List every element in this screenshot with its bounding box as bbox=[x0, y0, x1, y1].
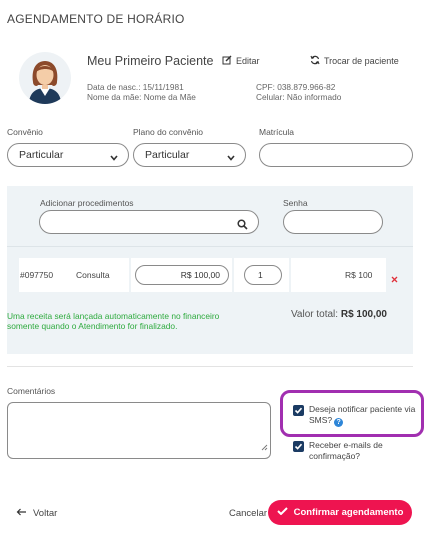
patient-cpf: CPF: 038.879.966-82 bbox=[256, 82, 336, 92]
check-icon bbox=[276, 507, 288, 518]
page-title: AGENDAMENTO DE HORÁRIO bbox=[7, 12, 185, 26]
swap-icon bbox=[310, 55, 320, 67]
edit-icon bbox=[222, 55, 232, 67]
convenio-value: Particular bbox=[19, 149, 64, 161]
patient-birth: Data de nasc.: 15/11/1981 bbox=[87, 82, 184, 92]
highlight-frame bbox=[280, 390, 424, 437]
plano-value: Particular bbox=[145, 149, 190, 161]
email-label: Receber e-mails de confirmação? bbox=[309, 440, 383, 461]
procedure-price-input[interactable]: R$ 100,00 bbox=[135, 265, 229, 285]
procedure-code: #097750 bbox=[20, 270, 54, 280]
senha-label: Senha bbox=[283, 198, 308, 208]
plano-select[interactable]: Particular bbox=[133, 143, 246, 167]
confirm-label: Confirmar agendamento bbox=[293, 507, 404, 518]
senha-input[interactable] bbox=[283, 210, 383, 234]
convenio-label: Convênio bbox=[7, 127, 43, 137]
plano-label: Plano do convênio bbox=[133, 127, 203, 137]
matricula-label: Matrícula bbox=[259, 127, 294, 137]
patient-phone: Celular: Não informado bbox=[256, 92, 342, 102]
comments-label: Comentários bbox=[7, 386, 56, 396]
patient-mother: Nome da mãe: Nome da Mãe bbox=[87, 92, 196, 102]
delete-icon[interactable] bbox=[391, 270, 398, 288]
receipt-note: Uma receita será lançada automaticamente… bbox=[7, 311, 220, 331]
confirm-button[interactable]: Confirmar agendamento bbox=[268, 500, 412, 525]
patient-avatar bbox=[19, 52, 71, 104]
back-label: Voltar bbox=[33, 508, 58, 519]
resize-handle-icon[interactable] bbox=[261, 438, 268, 456]
procedure-search-input[interactable] bbox=[39, 210, 259, 234]
email-checkbox[interactable] bbox=[293, 441, 304, 452]
edit-label: Editar bbox=[236, 56, 260, 66]
total-amount: R$ 100,00 bbox=[340, 309, 387, 320]
matricula-input[interactable] bbox=[259, 143, 413, 167]
cancel-button[interactable]: Cancelar bbox=[229, 508, 267, 519]
procedure-name: Consulta bbox=[76, 270, 110, 280]
chevron-down-icon bbox=[227, 152, 235, 164]
comments-textarea[interactable] bbox=[7, 402, 271, 459]
procedure-total: R$ 100 bbox=[345, 270, 373, 280]
total-label: Valor total: bbox=[291, 309, 339, 320]
section-divider bbox=[7, 366, 413, 367]
add-procedures-label: Adicionar procedimentos bbox=[40, 198, 134, 208]
swap-label: Trocar de paciente bbox=[324, 56, 399, 66]
arrow-left-icon bbox=[16, 508, 27, 519]
convenio-select[interactable]: Particular bbox=[7, 143, 129, 167]
total-value: Valor total: R$ 100,00 bbox=[291, 309, 387, 320]
search-icon[interactable] bbox=[237, 217, 248, 235]
procedure-qty-input[interactable]: 1 bbox=[244, 265, 282, 285]
patient-name: Meu Primeiro Paciente bbox=[87, 54, 214, 68]
back-button[interactable]: Voltar bbox=[16, 508, 57, 519]
swap-patient-button[interactable]: Trocar de paciente bbox=[310, 55, 399, 67]
panel-divider bbox=[7, 246, 413, 247]
chevron-down-icon bbox=[110, 152, 118, 164]
edit-patient-button[interactable]: Editar bbox=[222, 55, 260, 67]
